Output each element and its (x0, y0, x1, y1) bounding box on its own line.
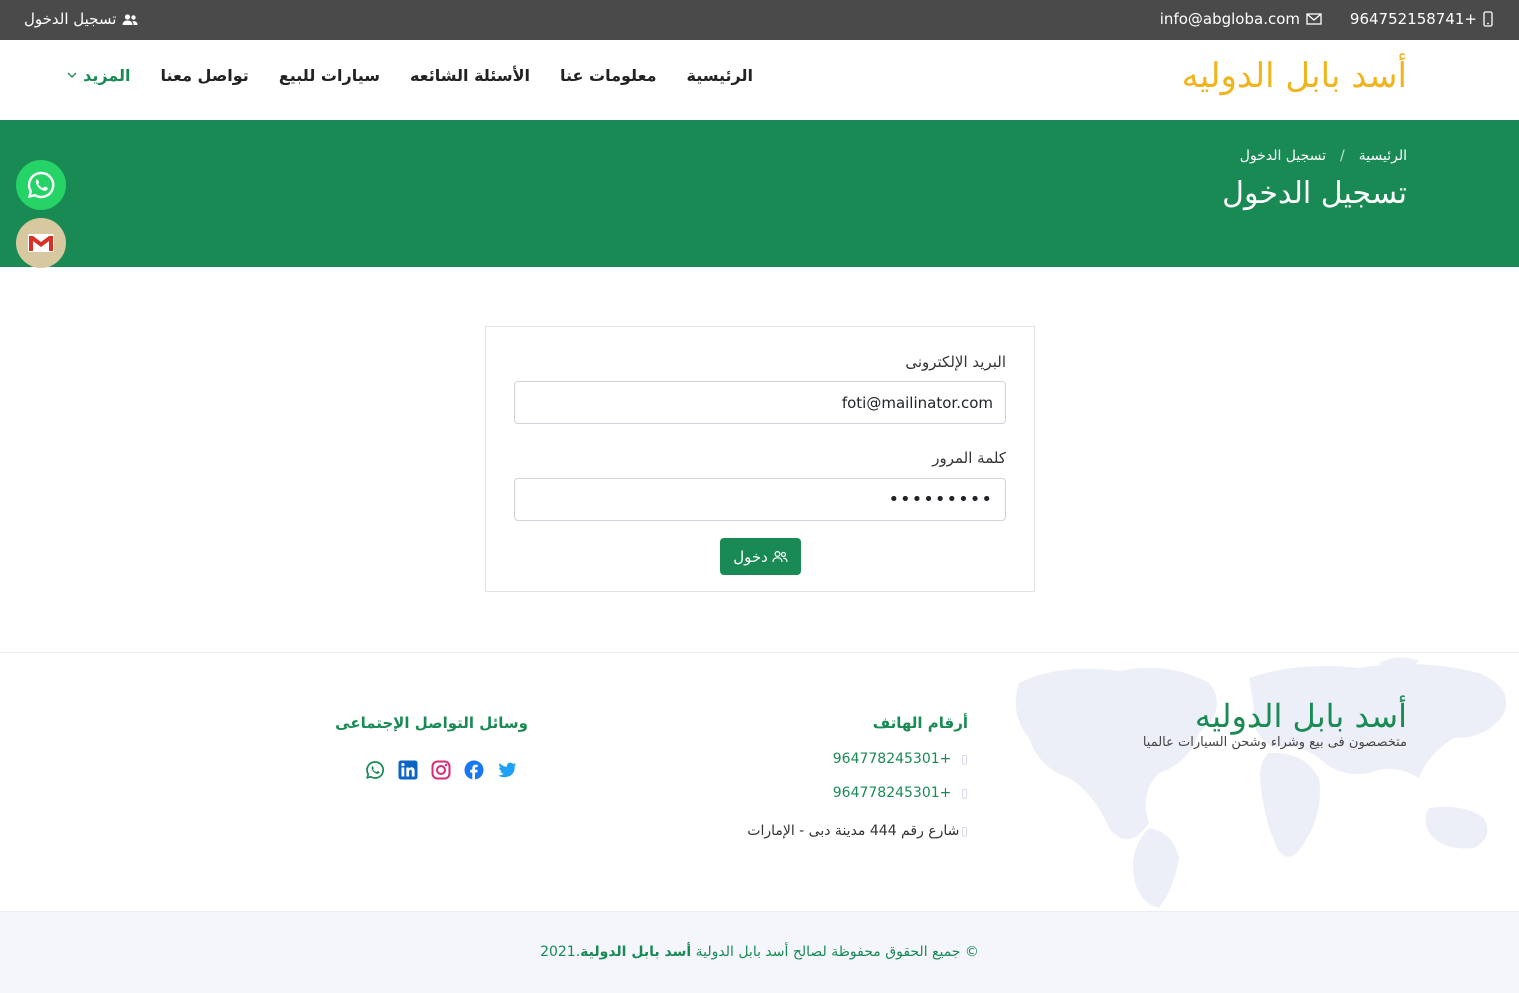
topbar-phone[interactable]: 964752158741+ (1350, 10, 1493, 28)
instagram-icon[interactable] (430, 759, 452, 781)
topbar-login-text: تسجيل الدخول (24, 10, 117, 28)
footer-logo[interactable]: أسد بابل الدوليه (1195, 697, 1407, 735)
login-submit-button[interactable]: دخول (720, 538, 801, 575)
footer-phone-text: 964778245301+ (832, 785, 952, 801)
world-map-background (1015, 657, 1507, 908)
nav-home[interactable]: الرئيسية (687, 66, 754, 85)
footer-address-text: شارع رقم 444 مدينة دبى - الإمارات (747, 823, 960, 839)
page-title: تسجيل الدخول (1222, 176, 1407, 211)
copyright-year: .2021 (540, 944, 581, 960)
twitter-icon[interactable] (496, 759, 518, 781)
site-footer: أسد بابل الدوليه متخصصون فى بيع وشراء وش… (0, 652, 1519, 911)
email-label: البريد الإلكترونى (905, 353, 1006, 371)
copyright-text: © جميع الحقوق محفوظة لصالح أسد بابل الدو… (0, 944, 1519, 960)
page-hero: الرئيسية / تسجيل الدخول تسجيل الدخول (0, 120, 1519, 267)
login-submit-label: دخول (733, 547, 768, 566)
footer-phone-item[interactable]: ▯ 964778245301+ (833, 751, 968, 767)
breadcrumb-separator: / (1340, 148, 1345, 164)
topbar-email-text: info@abgloba.com (1159, 10, 1300, 28)
gmail-float-button[interactable] (16, 218, 66, 268)
phone-icon: ▯ (961, 786, 968, 800)
nav-more-label: المزيد (83, 66, 131, 85)
breadcrumb-home[interactable]: الرئيسية (1359, 148, 1407, 164)
footer-tagline: متخصصون فى بيع وشراء وشحن السيارات عالمي… (1142, 735, 1407, 750)
nav-cars-for-sale[interactable]: سيارات للبيع (279, 66, 380, 85)
phone-icon: ▯ (961, 752, 968, 766)
whatsapp-icon[interactable] (364, 759, 386, 781)
mobile-phone-icon (1483, 11, 1493, 27)
nav-faq[interactable]: الأسئلة الشائعه (410, 66, 530, 85)
users-icon (772, 550, 788, 563)
password-field[interactable]: ••••••••• (514, 478, 1006, 521)
map-marker-icon: ▯ (961, 824, 968, 838)
topbar-email[interactable]: info@abgloba.com (1160, 10, 1322, 28)
breadcrumb: الرئيسية / تسجيل الدخول (1240, 148, 1407, 164)
top-bar: 964752158741+ info@abgloba.com تسجيل الد… (0, 0, 1519, 40)
nav-contact[interactable]: تواصل معنا (161, 66, 249, 85)
footer-phone-item[interactable]: ▯ 964778245301+ (833, 785, 968, 801)
facebook-icon[interactable] (463, 759, 485, 781)
whatsapp-float-button[interactable] (16, 160, 66, 210)
site-header: أسد بابل الدوليه الرئيسية معلومات عنا ال… (0, 40, 1519, 120)
copyright-bar: © جميع الحقوق محفوظة لصالح أسد بابل الدو… (0, 911, 1519, 993)
users-icon (122, 13, 138, 26)
site-logo[interactable]: أسد بابل الدوليه (1182, 56, 1407, 96)
breadcrumb-current: تسجيل الدخول (1239, 148, 1327, 164)
gmail-icon (26, 231, 56, 255)
linkedin-icon[interactable] (397, 759, 419, 781)
topbar-phone-text: 964752158741+ (1349, 10, 1477, 28)
footer-social-title: وسائل التواصل الإجتماعى (335, 714, 528, 732)
social-links (364, 759, 518, 781)
footer-phone-text: 964778245301+ (832, 751, 952, 767)
copyright-brand[interactable]: أسد بابل الدولية (580, 944, 691, 960)
envelope-icon (1306, 13, 1322, 25)
email-field[interactable]: foti@mailinator.com (514, 381, 1006, 424)
chevron-down-icon (67, 72, 77, 79)
footer-address: ▯ شارع رقم 444 مدينة دبى - الإمارات (747, 823, 968, 839)
footer-phones-title: أرقام الهاتف (872, 714, 968, 732)
nav-about[interactable]: معلومات عنا (560, 66, 657, 85)
main-nav: الرئيسية معلومات عنا الأسئلة الشائعه سيا… (67, 66, 753, 85)
nav-more-dropdown[interactable]: المزيد (67, 66, 131, 85)
copyright-prefix: © جميع الحقوق محفوظة لصالح أسد بابل الدو… (691, 944, 979, 960)
whatsapp-icon (26, 170, 56, 200)
password-label: كلمة المرور (932, 449, 1006, 467)
login-card: البريد الإلكترونى foti@mailinator.com كل… (485, 326, 1035, 592)
topbar-login-link[interactable]: تسجيل الدخول (24, 10, 138, 28)
